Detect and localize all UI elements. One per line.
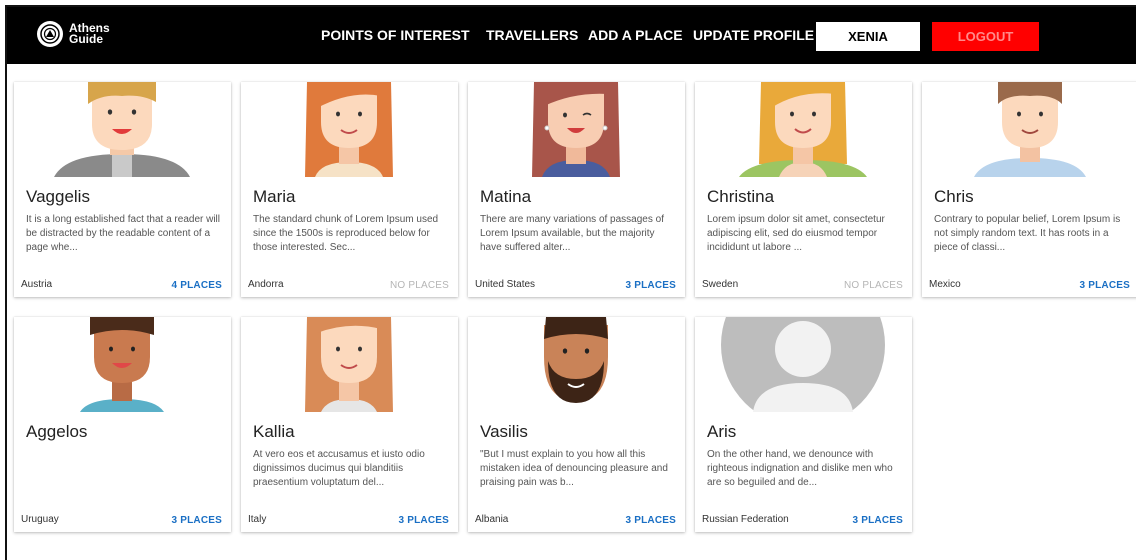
traveller-description: There are many variations of passages of…	[480, 214, 664, 253]
places-count-link[interactable]: 3 PLACES	[625, 515, 676, 526]
places-count-link[interactable]: NO PLACES	[844, 280, 903, 291]
traveller-description: The standard chunk of Lorem Ipsum used s…	[253, 214, 439, 253]
places-count-link[interactable]: 3 PLACES	[852, 515, 903, 526]
man-beard-avatar-icon	[544, 317, 608, 403]
avatar	[241, 82, 458, 177]
traveller-description: Contrary to popular belief, Lorem Ipsum …	[934, 214, 1121, 253]
traveller-country: Italy	[248, 514, 267, 525]
traveller-name: Vaggelis	[26, 187, 90, 206]
traveller-card[interactable]: Maria The standard chunk of Lorem Ipsum …	[241, 82, 458, 297]
app-frame: Athens Guide POINTS OF INTEREST TRAVELLE…	[5, 5, 1136, 560]
avatar	[695, 317, 912, 412]
brand-line-2: Guide	[69, 32, 104, 46]
traveller-name: Chris	[934, 187, 974, 206]
traveller-country: Austria	[21, 279, 53, 290]
traveller-description: "But I must explain to you how all this …	[480, 449, 668, 488]
man-blond-avatar-icon	[54, 82, 190, 177]
woman-auburn-hair-avatar-icon	[305, 317, 393, 412]
brand-name: Athens Guide	[69, 22, 110, 46]
traveller-name: Vasilis	[480, 422, 528, 441]
avatar	[922, 82, 1136, 177]
traveller-country: Andorra	[248, 279, 284, 290]
avatar	[695, 82, 912, 177]
places-count-link[interactable]: 4 PLACES	[171, 280, 222, 291]
places-count-link[interactable]: 3 PLACES	[1079, 280, 1130, 291]
traveller-name: Christina	[707, 187, 775, 206]
avatar	[468, 317, 685, 412]
traveller-country: United States	[475, 279, 536, 290]
traveller-description: On the other hand, we denounce with righ…	[707, 449, 893, 488]
traveller-name: Matina	[480, 187, 532, 206]
traveller-country: Uruguay	[21, 514, 59, 525]
default-user-avatar-icon	[721, 317, 885, 412]
avatar	[14, 317, 231, 412]
traveller-name: Maria	[253, 187, 296, 206]
traveller-name: Kallia	[253, 422, 295, 441]
woman-red-hair-avatar-icon	[305, 82, 393, 177]
places-count-link[interactable]: 3 PLACES	[398, 515, 449, 526]
athens-logo-icon	[37, 21, 63, 47]
places-count-link[interactable]: NO PLACES	[390, 280, 449, 291]
places-count-link[interactable]: 3 PLACES	[625, 280, 676, 291]
traveller-card[interactable]: Aggelos Uruguay 3 PLACES	[14, 317, 231, 532]
traveller-description: At vero eos et accusamus et iusto odio d…	[253, 449, 425, 488]
nav-points-of-interest[interactable]: POINTS OF INTEREST	[321, 27, 470, 43]
traveller-country: Russian Federation	[702, 514, 789, 525]
top-navbar: Athens Guide POINTS OF INTEREST TRAVELLE…	[7, 7, 1136, 64]
woman-brown-hair-winking-avatar-icon	[532, 82, 620, 177]
traveller-card[interactable]: Vasilis "But I must explain to you how a…	[468, 317, 685, 532]
man-dark-skin-avatar-icon	[80, 317, 164, 412]
traveller-card[interactable]: Kallia At vero eos et accusamus et iusto…	[241, 317, 458, 532]
traveller-card[interactable]: Vaggelis It is a long established fact t…	[14, 82, 231, 297]
traveller-country: Albania	[475, 514, 509, 525]
user-button[interactable]: XENIA	[816, 22, 920, 51]
brand-logo[interactable]: Athens Guide	[37, 21, 110, 47]
traveller-country: Sweden	[702, 279, 739, 290]
nav-update-profile[interactable]: UPDATE PROFILE	[693, 27, 814, 43]
traveller-description: It is a long established fact that a rea…	[26, 214, 220, 253]
logout-button[interactable]: LOGOUT	[932, 22, 1039, 51]
traveller-name: Aris	[707, 422, 737, 441]
traveller-card[interactable]: Matina There are many variations of pass…	[468, 82, 685, 297]
traveller-description: Lorem ipsum dolor sit amet, consectetur …	[707, 214, 885, 253]
traveller-country: Mexico	[929, 279, 961, 290]
woman-blonde-avatar-icon	[739, 82, 867, 177]
man-brown-hair-avatar-icon	[974, 82, 1086, 177]
traveller-name: Aggelos	[26, 422, 88, 441]
traveller-card[interactable]: Chris Contrary to popular belief, Lorem …	[922, 82, 1136, 297]
places-count-link[interactable]: 3 PLACES	[171, 515, 222, 526]
avatar	[241, 317, 458, 412]
traveller-card[interactable]: Christina Lorem ipsum dolor sit amet, co…	[695, 82, 912, 297]
nav-travellers[interactable]: TRAVELLERS	[486, 27, 578, 43]
avatar	[468, 82, 685, 177]
traveller-card[interactable]: Aris On the other hand, we denounce with…	[695, 317, 912, 532]
nav-add-place[interactable]: ADD A PLACE	[588, 27, 683, 43]
avatar	[14, 82, 231, 177]
